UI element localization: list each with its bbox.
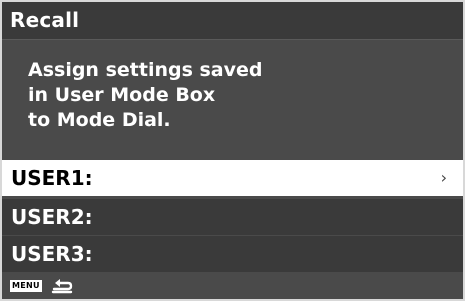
menu-button-badge[interactable]: MENU — [10, 280, 42, 292]
description-line: in User Mode Box — [28, 84, 216, 106]
title-bar: Recall — [2, 2, 463, 40]
recall-screen: Recall Assign settings saved in User Mod… — [0, 0, 465, 301]
page-title: Recall — [10, 8, 80, 32]
menu-item-label: USER2: — [11, 205, 93, 229]
description-line: Assign settings saved — [28, 59, 263, 81]
description-line: to Mode Dial. — [28, 109, 171, 131]
description-panel: Assign settings saved in User Mode Box t… — [2, 40, 463, 156]
return-arrow-icon[interactable] — [51, 277, 73, 295]
menu-item-user3[interactable]: USER3: — [2, 236, 463, 272]
chevron-right-icon: › — [440, 168, 447, 187]
menu-item-label: USER3: — [11, 242, 93, 266]
menu-item-user1[interactable]: USER1: › — [2, 160, 463, 196]
footer-bar: MENU — [2, 272, 463, 299]
menu-item-user2[interactable]: USER2: — [2, 199, 463, 235]
menu-item-label: USER1: — [11, 166, 93, 190]
